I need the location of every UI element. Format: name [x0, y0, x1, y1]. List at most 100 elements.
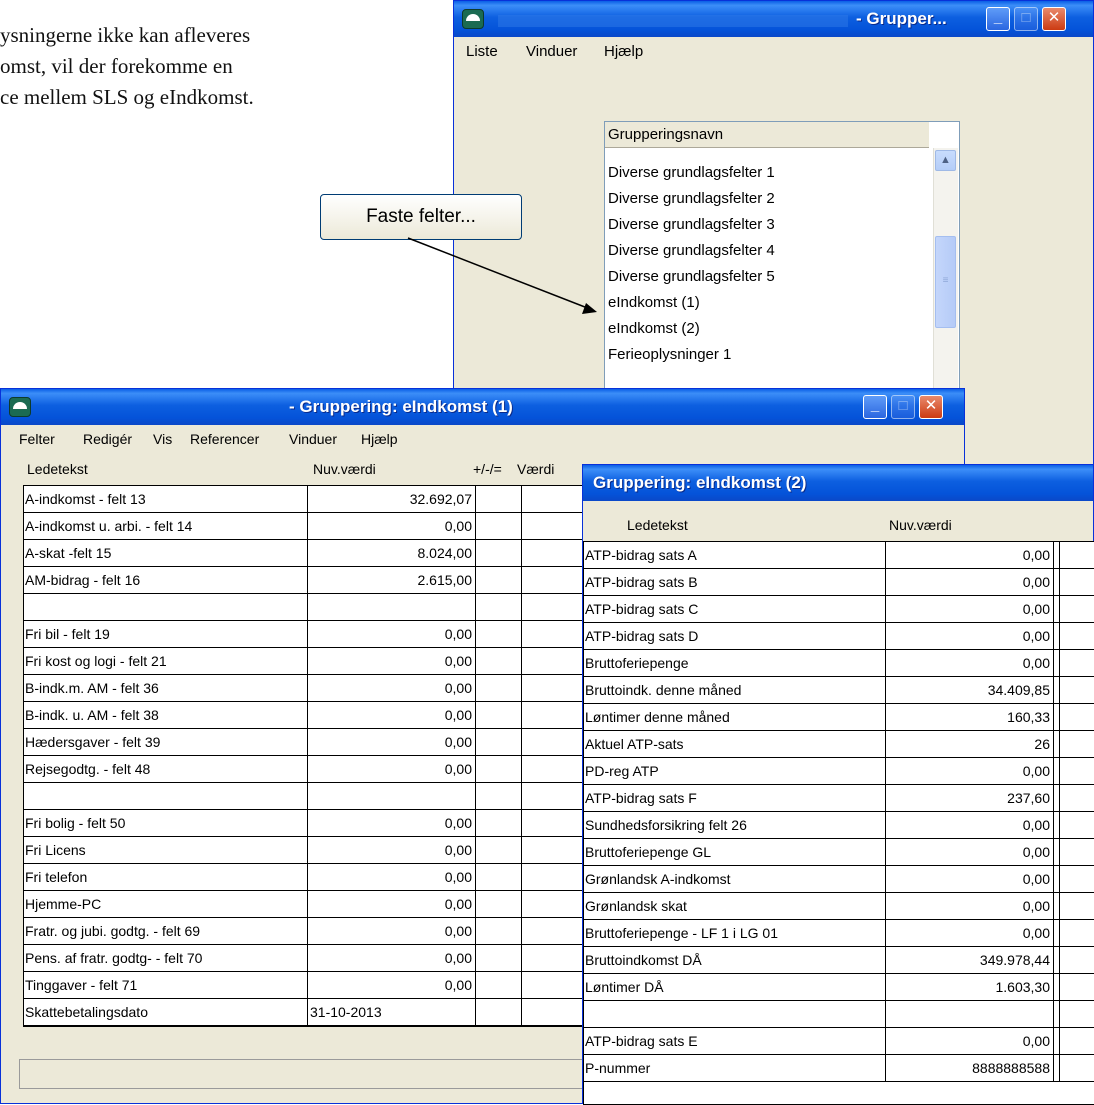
table-row[interactable]: Fri Licens 0,00	[24, 837, 582, 864]
header-vaerdi[interactable]: Værdi	[517, 461, 554, 477]
header-nuv-vaerdi[interactable]: Nuv.værdi	[889, 517, 952, 533]
cell-nuv-vaerdi[interactable]: 0,00	[308, 972, 476, 998]
cell-nuv-vaerdi[interactable]: 31-10-2013	[308, 999, 476, 1025]
table-row[interactable]: P-nummer 8888888588	[584, 1055, 1094, 1082]
cell-operator[interactable]	[476, 594, 522, 620]
table-row[interactable]: Pens. af fratr. godtg- - felt 70 0,00	[24, 945, 582, 972]
cell-operator[interactable]	[476, 999, 522, 1025]
cell-nuv-vaerdi[interactable]: 0,00	[886, 866, 1054, 892]
table-row[interactable]: Bruttoferiepenge - LF 1 i LG 01 0,00	[584, 920, 1094, 947]
table-row[interactable]	[24, 594, 582, 621]
title-bar[interactable]: - Gruppering: eIndkomst (1) _ □ ✕	[1, 389, 964, 425]
table-row[interactable]: B-indk. u. AM - felt 38 0,00	[24, 702, 582, 729]
cell-operator[interactable]	[476, 486, 522, 512]
table-row[interactable]: Bruttoindkomst DÅ 349.978,44	[584, 947, 1094, 974]
table-row[interactable]: Fri kost og logi - felt 21 0,00	[24, 648, 582, 675]
cell-nuv-vaerdi[interactable]: 0,00	[308, 675, 476, 701]
table-row[interactable]: Skattebetalingsdato 31-10-2013	[24, 999, 582, 1026]
cell-nuv-vaerdi[interactable]: 8.024,00	[308, 540, 476, 566]
cell-nuv-vaerdi[interactable]	[308, 594, 476, 620]
table-row[interactable]: Aktuel ATP-sats 26	[584, 731, 1094, 758]
cell-nuv-vaerdi[interactable]: 0,00	[886, 542, 1054, 568]
cell-operator[interactable]	[476, 945, 522, 971]
cell-operator[interactable]	[476, 891, 522, 917]
menu-referencer[interactable]: Referencer	[190, 431, 259, 447]
cell-operator[interactable]	[476, 756, 522, 782]
table-row[interactable]: Fri bil - felt 19 0,00	[24, 621, 582, 648]
table-row[interactable]: Fratr. og jubi. godtg. - felt 69 0,00	[24, 918, 582, 945]
cell-nuv-vaerdi[interactable]: 349.978,44	[886, 947, 1054, 973]
table-row[interactable]: ATP-bidrag sats C 0,00	[584, 596, 1094, 623]
cell-nuv-vaerdi[interactable]: 0,00	[308, 864, 476, 890]
table-row[interactable]: A-indkomst - felt 13 32.692,07	[24, 486, 582, 513]
header-ledetekst[interactable]: Ledetekst	[27, 461, 88, 477]
cell-nuv-vaerdi[interactable]: 0,00	[886, 650, 1054, 676]
close-button[interactable]: ✕	[919, 395, 943, 419]
cell-nuv-vaerdi[interactable]: 32.692,07	[308, 486, 476, 512]
maximize-button[interactable]: □	[891, 395, 915, 419]
cell-nuv-vaerdi[interactable]: 0,00	[308, 891, 476, 917]
table-row[interactable]: B-indk.m. AM - felt 36 0,00	[24, 675, 582, 702]
cell-nuv-vaerdi[interactable]: 0,00	[308, 837, 476, 863]
header-operator[interactable]: +/-/=	[473, 461, 502, 477]
cell-nuv-vaerdi[interactable]: 0,00	[308, 648, 476, 674]
cell-nuv-vaerdi[interactable]: 0,00	[886, 920, 1054, 946]
table-row[interactable]: A-skat -felt 15 8.024,00	[24, 540, 582, 567]
cell-nuv-vaerdi[interactable]: 1.603,30	[886, 974, 1054, 1000]
fields-grid[interactable]: A-indkomst - felt 13 32.692,07 A-indkomst …	[23, 485, 583, 1027]
table-row[interactable]: Grønlandsk A-indkomst 0,00	[584, 866, 1094, 893]
table-row[interactable]: Løntimer denne måned 160,33	[584, 704, 1094, 731]
cell-nuv-vaerdi[interactable]	[308, 783, 476, 809]
table-row[interactable]: Hjemme-PC 0,00	[24, 891, 582, 918]
table-row[interactable]: Bruttoindk. denne måned 34.409,85	[584, 677, 1094, 704]
cell-operator[interactable]	[476, 702, 522, 728]
cell-operator[interactable]	[476, 540, 522, 566]
cell-operator[interactable]	[476, 918, 522, 944]
table-row[interactable]: Sundhedsforsikring felt 26 0,00	[584, 812, 1094, 839]
table-row[interactable]: Løntimer DÅ 1.603,30	[584, 974, 1094, 1001]
cell-nuv-vaerdi[interactable]	[886, 1001, 1054, 1027]
table-row[interactable]: ATP-bidrag sats B 0,00	[584, 569, 1094, 596]
cell-operator[interactable]	[476, 648, 522, 674]
table-row[interactable]: Rejsegodtg. - felt 48 0,00	[24, 756, 582, 783]
menu-rediger[interactable]: Redigér	[83, 431, 132, 447]
minimize-button[interactable]: _	[863, 395, 887, 419]
cell-nuv-vaerdi[interactable]: 2.615,00	[308, 567, 476, 593]
table-row[interactable]	[24, 783, 582, 810]
menu-vinduer[interactable]: Vinduer	[289, 431, 337, 447]
cell-operator[interactable]	[476, 567, 522, 593]
cell-operator[interactable]	[476, 783, 522, 809]
table-row[interactable]: ATP-bidrag sats D 0,00	[584, 623, 1094, 650]
cell-operator[interactable]	[476, 810, 522, 836]
cell-nuv-vaerdi[interactable]: 0,00	[886, 569, 1054, 595]
table-row[interactable]: Bruttoferiepenge 0,00	[584, 650, 1094, 677]
table-row[interactable]: ATP-bidrag sats A 0,00	[584, 542, 1094, 569]
cell-nuv-vaerdi[interactable]: 0,00	[308, 702, 476, 728]
table-row[interactable]: Grønlandsk skat 0,00	[584, 893, 1094, 920]
header-nuv-vaerdi[interactable]: Nuv.værdi	[313, 461, 376, 477]
table-row[interactable]	[584, 1001, 1094, 1028]
cell-nuv-vaerdi[interactable]: 0,00	[886, 623, 1054, 649]
cell-operator[interactable]	[476, 675, 522, 701]
cell-nuv-vaerdi[interactable]: 0,00	[886, 893, 1054, 919]
title-bar[interactable]: Gruppering: eIndkomst (2)	[583, 465, 1093, 501]
cell-operator[interactable]	[476, 513, 522, 539]
cell-operator[interactable]	[476, 972, 522, 998]
cell-nuv-vaerdi[interactable]: 0,00	[308, 918, 476, 944]
cell-nuv-vaerdi[interactable]: 0,00	[886, 839, 1054, 865]
table-row[interactable]: A-indkomst u. arbi. - felt 14 0,00	[24, 513, 582, 540]
menu-vis[interactable]: Vis	[153, 431, 172, 447]
fields-grid[interactable]: ATP-bidrag sats A 0,00 ATP-bidrag sats B 0,…	[583, 541, 1094, 1105]
cell-nuv-vaerdi[interactable]: 0,00	[886, 758, 1054, 784]
menu-hjaelp[interactable]: Hjælp	[361, 431, 398, 447]
table-row[interactable]: PD-reg ATP 0,00	[584, 758, 1094, 785]
cell-nuv-vaerdi[interactable]: 8888888588	[886, 1055, 1054, 1081]
cell-nuv-vaerdi[interactable]: 0,00	[308, 945, 476, 971]
table-row[interactable]: Fri telefon 0,00	[24, 864, 582, 891]
cell-nuv-vaerdi[interactable]: 0,00	[308, 621, 476, 647]
table-row[interactable]: AM-bidrag - felt 16 2.615,00	[24, 567, 582, 594]
cell-nuv-vaerdi[interactable]: 0,00	[308, 729, 476, 755]
cell-nuv-vaerdi[interactable]: 0,00	[886, 596, 1054, 622]
cell-nuv-vaerdi[interactable]: 0,00	[886, 1028, 1054, 1054]
table-row[interactable]: Bruttoferiepenge GL 0,00	[584, 839, 1094, 866]
